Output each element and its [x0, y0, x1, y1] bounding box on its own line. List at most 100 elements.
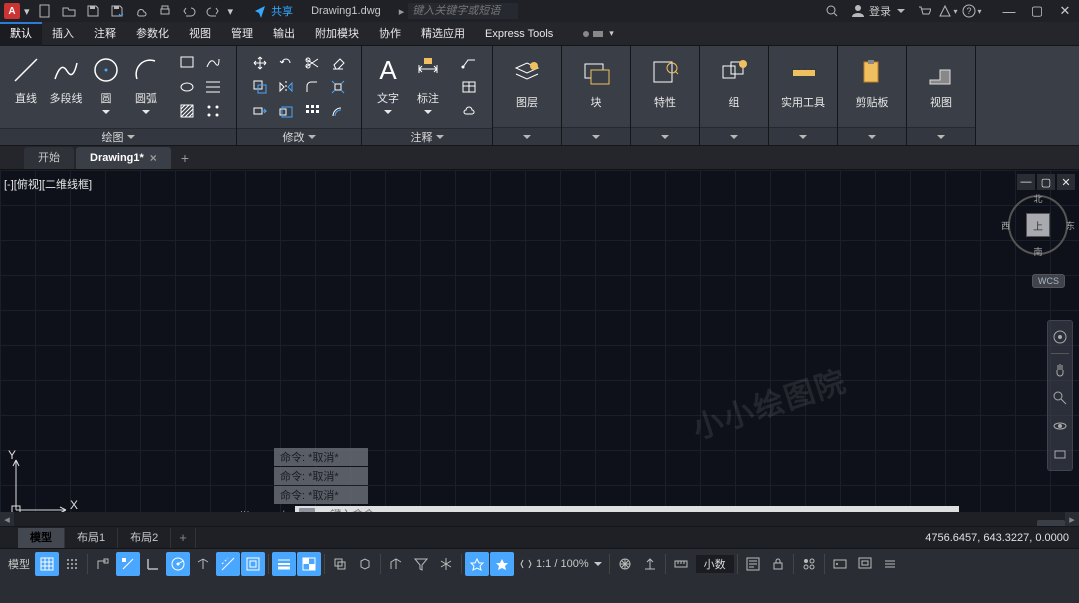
status-selection-cycling-icon[interactable] — [328, 552, 352, 576]
status-customize-icon[interactable] — [878, 552, 902, 576]
scroll-right-icon[interactable]: ▸ — [1065, 512, 1079, 526]
layout-tab-1[interactable]: 布局1 — [65, 528, 118, 548]
tool-cloud[interactable] — [458, 100, 480, 122]
tab-express[interactable]: Express Tools — [475, 22, 563, 46]
panel-annotation-title[interactable]: 注释 — [362, 128, 492, 145]
doc-close-button[interactable]: ✕ — [1057, 174, 1075, 190]
search-input[interactable] — [408, 3, 518, 19]
status-dynamic-input-icon[interactable] — [116, 552, 140, 576]
status-annotation-visibility-icon[interactable] — [465, 552, 489, 576]
status-dynamic-ucs-icon[interactable] — [384, 552, 408, 576]
qat-saveas-icon[interactable] — [106, 2, 128, 20]
status-units-value[interactable]: 小数 — [696, 555, 734, 573]
tool-ellipse[interactable] — [176, 76, 198, 98]
drawing-area[interactable]: [-][俯视][二维线框] — ▢ ✕ 北 南 东 西 上 WCS 小小绘图院 … — [0, 170, 1079, 526]
tool-fillet[interactable] — [301, 76, 323, 98]
scroll-thumb[interactable] — [1037, 520, 1065, 526]
status-model-space[interactable]: 模型 — [4, 552, 34, 576]
status-3dosnap-icon[interactable] — [353, 552, 377, 576]
status-isolate-icon[interactable] — [797, 552, 821, 576]
tab-view[interactable]: 视图 — [179, 22, 221, 46]
scroll-left-icon[interactable]: ◂ — [0, 512, 14, 526]
tab-close-icon[interactable]: × — [150, 147, 157, 169]
panel-block-title[interactable] — [562, 127, 630, 145]
tool-array[interactable] — [301, 100, 323, 122]
tab-extra-icon[interactable]: ▾ — [577, 28, 620, 39]
help-icon[interactable]: ?▾ — [961, 2, 983, 20]
tool-clipboard[interactable]: 剪贴板 — [844, 50, 900, 116]
tool-trim[interactable] — [301, 52, 323, 74]
tab-addins[interactable]: 附加模块 — [305, 22, 369, 46]
viewport-controls[interactable]: [-][俯视][二维线框] — [4, 176, 92, 192]
qat-save-icon[interactable] — [82, 2, 104, 20]
tool-erase[interactable] — [327, 52, 349, 74]
qat-print-icon[interactable] — [154, 2, 176, 20]
tab-output[interactable]: 输出 — [263, 22, 305, 46]
qat-redo-icon[interactable] — [202, 2, 224, 20]
tool-properties[interactable]: 特性 — [637, 50, 693, 116]
window-close-button[interactable]: ✕ — [1051, 0, 1079, 22]
tab-new-drawing[interactable]: + — [173, 147, 197, 169]
autodesk-icon[interactable]: ▾ — [937, 2, 959, 20]
tool-polyline[interactable]: 多段线 — [46, 50, 86, 108]
status-gizmo-icon[interactable] — [434, 552, 458, 576]
panel-clipboard-title[interactable] — [838, 127, 906, 145]
status-osnap-tracking-icon[interactable] — [216, 552, 240, 576]
tool-hatch[interactable] — [176, 100, 198, 122]
window-maximize-button[interactable]: ▢ — [1023, 0, 1051, 22]
tab-default[interactable]: 默认 — [0, 22, 42, 46]
tool-construction-line[interactable] — [202, 76, 224, 98]
tab-manage[interactable]: 管理 — [221, 22, 263, 46]
tool-explode[interactable] — [327, 76, 349, 98]
status-polar-icon[interactable] — [166, 552, 190, 576]
tool-copy[interactable] — [249, 76, 271, 98]
qat-open-icon[interactable] — [58, 2, 80, 20]
tool-utilities[interactable]: 实用工具 — [775, 50, 831, 116]
status-selection-filter-icon[interactable] — [409, 552, 433, 576]
tool-block[interactable]: 块 — [568, 50, 624, 116]
search-icon[interactable] — [821, 2, 843, 20]
tool-view[interactable]: 视图 — [913, 50, 969, 116]
tool-arc[interactable]: 圆弧 — [126, 50, 166, 116]
tool-stretch[interactable] — [249, 100, 271, 122]
tool-circle[interactable]: 圆 — [86, 50, 126, 116]
layout-tab-2[interactable]: 布局2 — [118, 528, 171, 548]
app-menu-dropdown[interactable]: ▾ — [22, 5, 32, 18]
tool-rect[interactable] — [176, 52, 198, 74]
status-infer-constraints-icon[interactable] — [91, 552, 115, 576]
login-button[interactable]: 登录 — [845, 3, 911, 19]
layout-tab-model[interactable]: 模型 — [18, 528, 65, 548]
nav-zoom-icon[interactable] — [1050, 386, 1070, 410]
share-button[interactable]: 共享 — [245, 3, 301, 19]
status-ortho-icon[interactable] — [141, 552, 165, 576]
tab-collab[interactable]: 协作 — [369, 22, 411, 46]
qat-customize-dropdown[interactable]: ▾ — [226, 5, 236, 18]
doc-minimize-button[interactable]: — — [1017, 174, 1035, 190]
wcs-badge[interactable]: WCS — [1032, 274, 1065, 288]
status-lock-ui-icon[interactable] — [766, 552, 790, 576]
panel-layers-title[interactable] — [493, 127, 561, 145]
tool-move[interactable] — [249, 52, 271, 74]
nav-orbit-icon[interactable] — [1050, 414, 1070, 438]
tool-layer-properties[interactable]: 图层 — [499, 50, 555, 116]
tool-mirror[interactable] — [275, 76, 297, 98]
panel-view-title[interactable] — [907, 127, 975, 145]
cart-icon[interactable] — [913, 2, 935, 20]
status-units-icon[interactable] — [669, 552, 693, 576]
tool-offset[interactable] — [327, 100, 349, 122]
tab-drawing1[interactable]: Drawing1* × — [76, 147, 171, 169]
panel-utilities-title[interactable] — [769, 127, 837, 145]
panel-group-title[interactable] — [700, 127, 768, 145]
tab-annotate[interactable]: 注释 — [84, 22, 126, 46]
status-grid-icon[interactable] — [35, 552, 59, 576]
status-osnap-icon[interactable] — [241, 552, 265, 576]
nav-pan-icon[interactable] — [1050, 358, 1070, 382]
tab-insert[interactable]: 插入 — [42, 22, 84, 46]
status-snap-icon[interactable] — [60, 552, 84, 576]
panel-draw-title[interactable]: 绘图 — [0, 128, 236, 145]
window-minimize-button[interactable]: — — [995, 0, 1023, 22]
tool-scale[interactable] — [275, 100, 297, 122]
layout-tab-add[interactable]: + — [171, 528, 196, 548]
doc-maximize-button[interactable]: ▢ — [1037, 174, 1055, 190]
tool-rotate[interactable] — [275, 52, 297, 74]
